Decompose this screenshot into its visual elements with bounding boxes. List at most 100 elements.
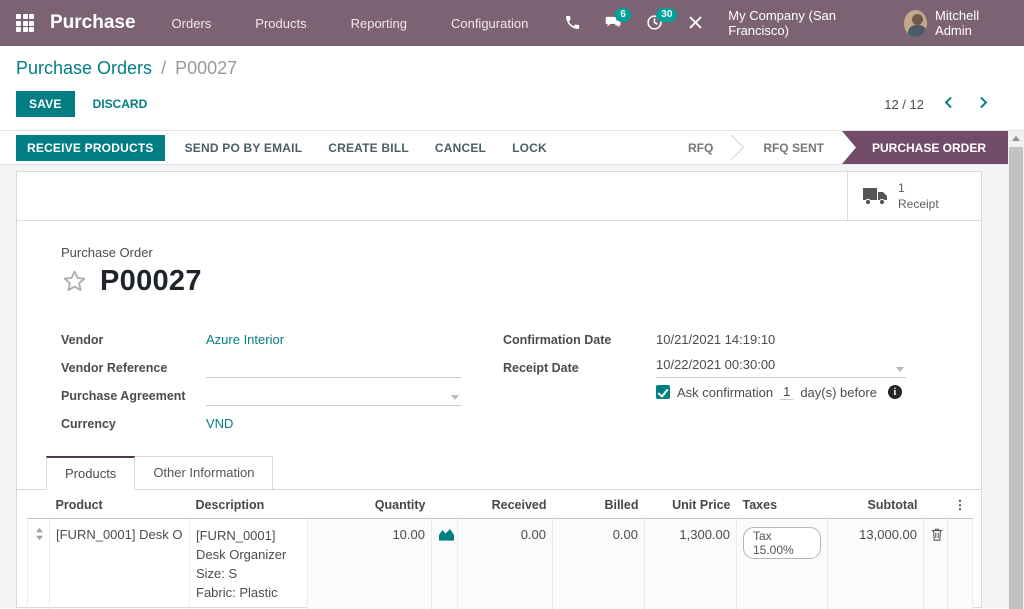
cell-quantity[interactable]: 10.00 [308, 519, 432, 609]
discard-button[interactable]: DISCARD [93, 97, 148, 111]
order-lines-table: Product Description Quantity Received Bi… [27, 490, 973, 609]
pager: 12 / 12 [884, 96, 1008, 112]
ask-confirmation-text: Ask confirmation [677, 385, 773, 400]
table-header-row: Product Description Quantity Received Bi… [28, 490, 973, 519]
vendor-reference-label: Vendor Reference [61, 361, 206, 378]
menu-configuration[interactable]: Configuration [451, 16, 528, 31]
vertical-scrollbar[interactable] [1008, 131, 1024, 609]
activities-badge: 30 [656, 8, 677, 22]
receive-products-button[interactable]: RECEIVE PRODUCTS [16, 135, 165, 161]
forecast-chart-icon[interactable] [432, 519, 458, 609]
receipt-label: Receipt [898, 197, 939, 211]
scrollbar-up-arrow[interactable] [1008, 131, 1024, 146]
vendor-value[interactable]: Azure Interior [206, 332, 461, 350]
confirmation-days-field[interactable]: 1 [780, 384, 793, 400]
currency-label: Currency [61, 417, 206, 434]
control-panel-buttons: SAVE DISCARD 12 / 12 [16, 91, 1008, 117]
col-taxes[interactable]: Taxes [737, 490, 828, 519]
vendor-reference-field[interactable] [206, 357, 461, 378]
favorite-star-icon[interactable] [61, 268, 88, 295]
cell-description[interactable]: [FURN_0001] Desk Organizer Size: S Fabri… [190, 519, 308, 609]
cancel-button[interactable]: CANCEL [435, 141, 486, 155]
stage-purchase-order[interactable]: PURCHASE ORDER [842, 131, 1008, 164]
col-unit-price[interactable]: Unit Price [645, 490, 737, 519]
send-po-by-email-button[interactable]: SEND PO BY EMAIL [185, 141, 303, 155]
apps-grid-icon[interactable] [16, 14, 34, 32]
menu-reporting[interactable]: Reporting [351, 16, 407, 31]
cell-taxes[interactable]: Tax 15.00% [737, 519, 828, 609]
breadcrumb-purchase-orders[interactable]: Purchase Orders [16, 58, 152, 78]
content-area: 1 Receipt Purchase Order P00027 Vendor A… [0, 165, 1024, 608]
breadcrumb: Purchase Orders / P00027 [16, 58, 1008, 79]
tab-other-information[interactable]: Other Information [135, 456, 273, 490]
messages-icon[interactable]: 6 [605, 14, 622, 32]
confirmation-date-value: 10/21/2021 14:19:10 [656, 332, 906, 350]
title-block: Purchase Order P00027 [17, 221, 981, 298]
chevron-down-icon[interactable] [451, 395, 459, 400]
tab-products[interactable]: Products [46, 456, 135, 490]
col-subtotal[interactable]: Subtotal [828, 490, 924, 519]
stage-separator [731, 131, 745, 164]
receipt-date-label: Receipt Date [503, 361, 656, 378]
phone-icon[interactable] [564, 14, 581, 32]
col-quantity[interactable]: Quantity [308, 490, 432, 519]
ask-confirmation-row: Ask confirmation 1 day(s) before i [656, 378, 906, 406]
form-sheet: 1 Receipt Purchase Order P00027 Vendor A… [16, 171, 982, 608]
pager-count: 12 / 12 [884, 97, 924, 112]
breadcrumb-current: P00027 [175, 58, 237, 78]
currency-value[interactable]: VND [206, 416, 461, 434]
col-billed[interactable]: Billed [553, 490, 645, 519]
navbar-left: Purchase Orders Products Reporting Confi… [16, 12, 564, 34]
app-name[interactable]: Purchase [50, 12, 136, 34]
notebook-tabs: Products Other Information [17, 456, 981, 490]
cell-billed: 0.00 [553, 519, 645, 609]
create-bill-button[interactable]: CREATE BILL [328, 141, 409, 155]
cell-subtotal: 13,000.00 [828, 519, 924, 609]
col-product[interactable]: Product [50, 490, 190, 519]
menu-products[interactable]: Products [255, 16, 306, 31]
breadcrumb-separator: / [161, 58, 166, 78]
col-received[interactable]: Received [458, 490, 553, 519]
cell-received: 0.00 [458, 519, 553, 609]
tools-icon[interactable] [687, 14, 704, 32]
purchase-order-label: Purchase Order [61, 245, 981, 260]
cell-product[interactable]: [FURN_0001] Desk Or... [50, 519, 190, 609]
cell-unit-price[interactable]: 1,300.00 [645, 519, 737, 609]
drag-handle-icon[interactable] [28, 519, 50, 609]
delete-row-icon[interactable] [924, 519, 948, 609]
field-grid: Vendor Azure Interior Vendor Reference P… [17, 298, 981, 434]
stage-rfq-sent[interactable]: RFQ SENT [745, 131, 842, 164]
top-navbar: Purchase Orders Products Reporting Confi… [0, 0, 1024, 46]
receipt-date-field[interactable]: 10/22/2021 00:30:00 [656, 357, 906, 378]
receipt-count: 1 [898, 181, 905, 195]
page-title: P00027 [100, 265, 202, 298]
chevron-down-icon[interactable] [896, 367, 904, 372]
button-box: 1 Receipt [17, 172, 981, 221]
optional-columns-icon[interactable]: ⋮ [948, 490, 973, 519]
truck-icon [862, 186, 888, 206]
receipt-smart-button[interactable]: 1 Receipt [847, 172, 981, 220]
messages-badge: 6 [615, 8, 631, 22]
navbar-right: 6 30 My Company (San Francisco) Mitchell… [564, 8, 1008, 38]
pager-previous-button[interactable] [938, 96, 959, 112]
control-panel: Purchase Orders / P00027 SAVE DISCARD 12… [0, 46, 1024, 131]
user-menu[interactable]: Mitchell Admin [904, 8, 1008, 38]
lock-button[interactable]: LOCK [512, 141, 547, 155]
user-avatar [904, 10, 928, 37]
purchase-agreement-field[interactable] [206, 385, 461, 406]
info-icon: i [888, 385, 902, 399]
col-description[interactable]: Description [190, 490, 308, 519]
activities-icon[interactable]: 30 [646, 14, 663, 32]
scrollbar-thumb[interactable] [1009, 147, 1023, 609]
save-button[interactable]: SAVE [16, 91, 75, 117]
status-stages: RFQ RFQ SENT PURCHASE ORDER [670, 131, 1008, 164]
purchase-agreement-label: Purchase Agreement [61, 389, 206, 406]
days-before-text: day(s) before [800, 385, 877, 400]
statusbar: RECEIVE PRODUCTS SEND PO BY EMAIL CREATE… [0, 131, 1008, 165]
menu-orders[interactable]: Orders [172, 16, 212, 31]
pager-next-button[interactable] [973, 96, 994, 112]
ask-confirmation-checkbox[interactable] [656, 385, 670, 399]
table-row[interactable]: [FURN_0001] Desk Or... [FURN_0001] Desk … [28, 519, 973, 609]
stage-rfq[interactable]: RFQ [670, 131, 731, 164]
company-switcher[interactable]: My Company (San Francisco) [728, 8, 879, 38]
